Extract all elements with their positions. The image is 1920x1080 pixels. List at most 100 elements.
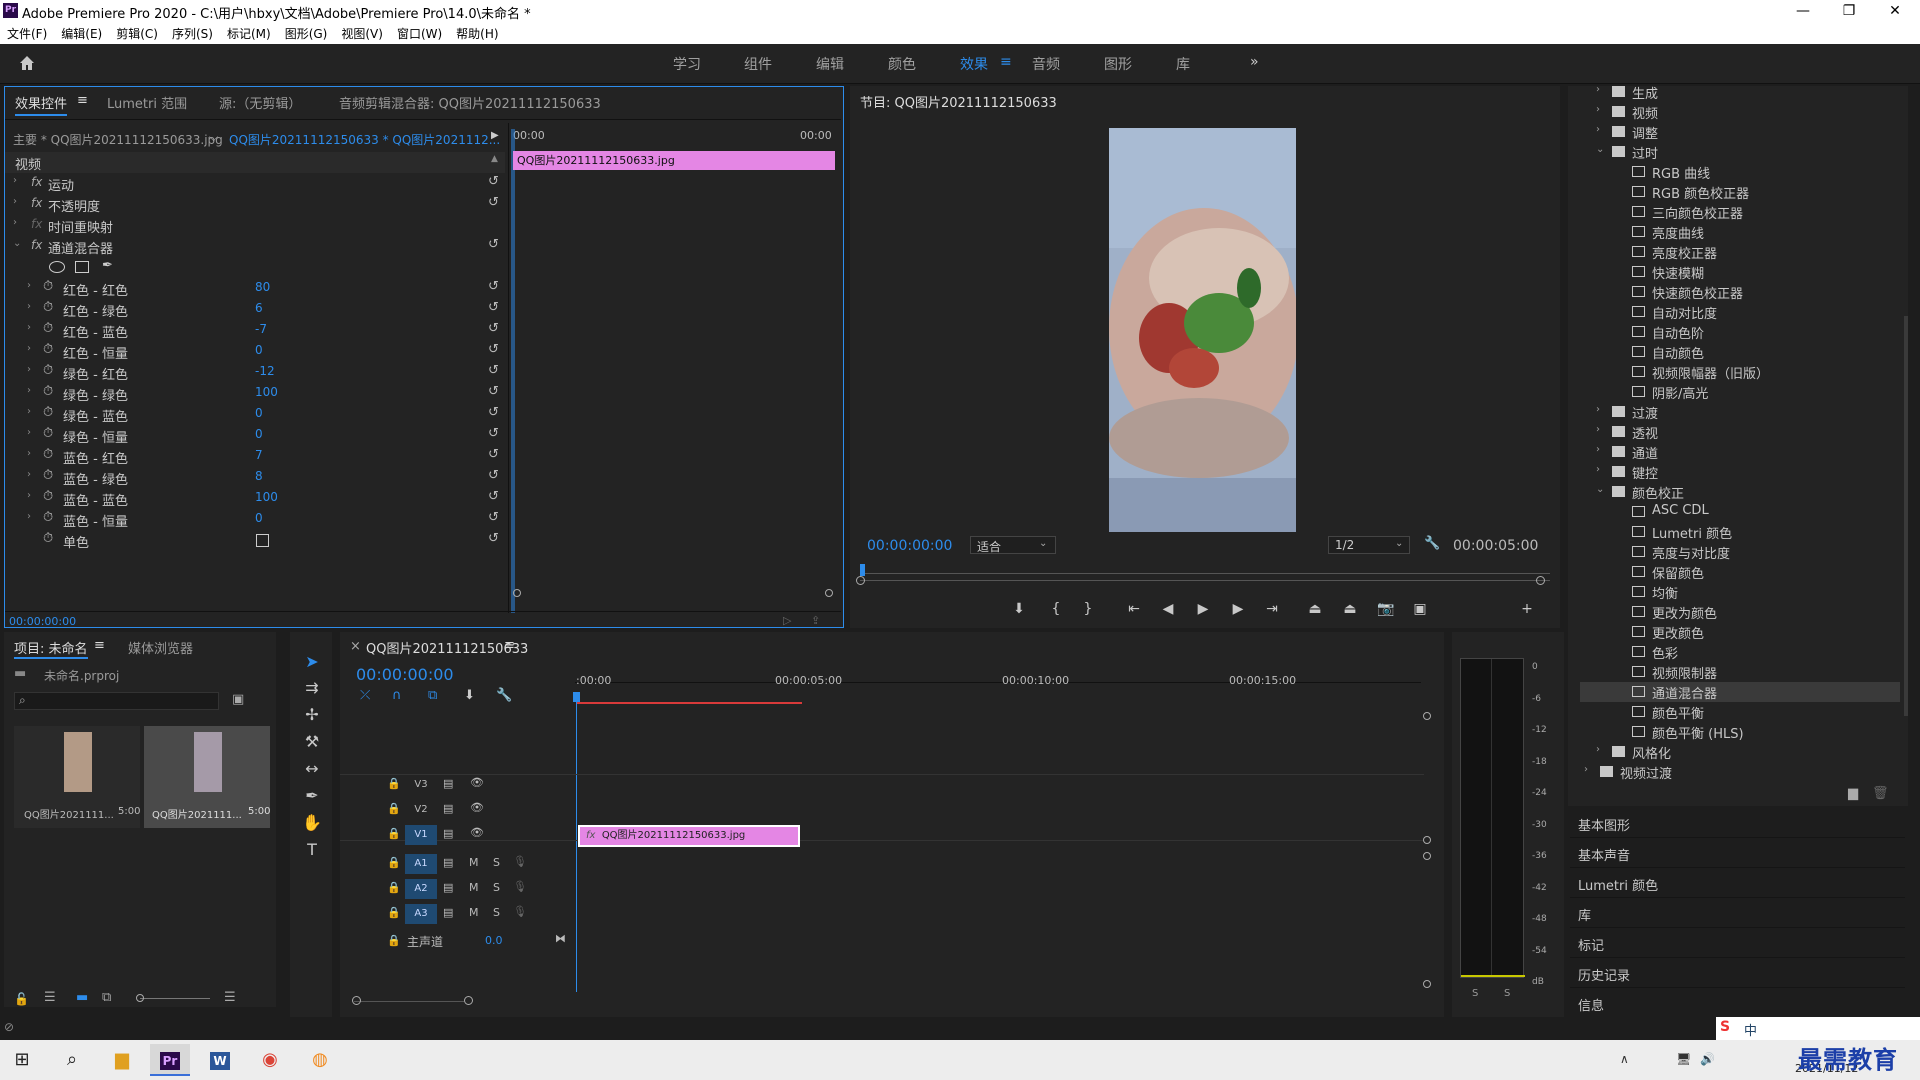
- eye-icon[interactable]: 👁: [470, 826, 484, 839]
- effects-tree-item[interactable]: RGB 颜色校正器: [1580, 182, 1900, 202]
- effect-opacity[interactable]: › fx 不透明度 ↺: [5, 194, 505, 215]
- solo-left-button[interactable]: S: [1472, 988, 1478, 999]
- eye-icon[interactable]: 👁: [470, 801, 484, 814]
- snap-icon[interactable]: ∩: [392, 688, 402, 703]
- lock-icon[interactable]: 🔓: [14, 992, 29, 1006]
- effect-time-remap[interactable]: › fx 时间重映射: [5, 215, 505, 236]
- param-value[interactable]: 6: [255, 301, 263, 315]
- effects-tree-item[interactable]: 自动颜色: [1580, 342, 1900, 362]
- quality-dropdown[interactable]: 1/2 ⌄: [1328, 536, 1410, 554]
- stopwatch-icon[interactable]: ⏱: [43, 447, 53, 462]
- param-row[interactable]: › ⏱ 绿色 - 蓝色 0 ↺: [5, 404, 505, 425]
- solo-button[interactable]: S: [493, 856, 500, 869]
- menu-edit[interactable]: 编辑(E): [54, 22, 109, 45]
- effects-tree-item[interactable]: ⌄ 过时: [1580, 142, 1900, 162]
- minimize-button[interactable]: —: [1780, 0, 1826, 22]
- stopwatch-icon[interactable]: ⏱: [43, 510, 53, 525]
- go-to-end-icon[interactable]: ⧓: [555, 932, 566, 945]
- effects-tree-item[interactable]: 颜色平衡: [1580, 702, 1900, 722]
- step-forward-icon[interactable]: ▶: [1228, 601, 1248, 617]
- param-row[interactable]: › ⏱ 蓝色 - 蓝色 100 ↺: [5, 488, 505, 509]
- ellipse-mask-icon[interactable]: [49, 261, 65, 273]
- close-button[interactable]: ✕: [1872, 0, 1918, 22]
- menu-sequence[interactable]: 序列(S): [165, 22, 220, 45]
- effects-tree-item[interactable]: 快速模糊: [1580, 262, 1900, 282]
- workspace-graphics[interactable]: 图形: [1104, 54, 1132, 74]
- param-value[interactable]: 0: [255, 511, 263, 525]
- effects-tree-item[interactable]: 快速颜色校正器: [1580, 282, 1900, 302]
- param-value[interactable]: 7: [255, 448, 263, 462]
- stopwatch-icon[interactable]: ⏱: [43, 342, 53, 357]
- param-value[interactable]: -12: [255, 364, 275, 378]
- panel-section-header[interactable]: 标记: [1570, 928, 1905, 958]
- effects-tree-item[interactable]: 更改颜色: [1580, 622, 1900, 642]
- reset-icon[interactable]: ↺: [488, 237, 499, 252]
- effects-tree-item[interactable]: 三向颜色校正器: [1580, 202, 1900, 222]
- lock-icon[interactable]: 🔒: [387, 827, 401, 840]
- workspace-audio[interactable]: 音频: [1032, 54, 1060, 74]
- param-value[interactable]: 0: [255, 406, 263, 420]
- effects-tree-item[interactable]: 亮度校正器: [1580, 242, 1900, 262]
- play-icon[interactable]: ▶: [1193, 601, 1213, 617]
- solo-button[interactable]: S: [493, 906, 500, 919]
- sort-icon[interactable]: ☰: [224, 990, 236, 1005]
- tab-audio-clip-mixer[interactable]: 音频剪辑混合器: QQ图片20211112150633: [339, 93, 601, 112]
- play-only-audio-icon[interactable]: ▶: [491, 130, 499, 141]
- param-row[interactable]: › ⏱ 蓝色 - 绿色 8 ↺: [5, 467, 505, 488]
- menu-marker[interactable]: 标记(M): [220, 22, 278, 45]
- program-zoom-left-handle[interactable]: [856, 576, 865, 585]
- tray-expand-icon[interactable]: ∧: [1620, 1052, 1629, 1066]
- param-value[interactable]: 100: [255, 490, 278, 504]
- panel-section-header[interactable]: 信息: [1570, 988, 1905, 1018]
- h-scroll-handle[interactable]: [464, 996, 473, 1005]
- effects-tree-item[interactable]: 自动对比度: [1580, 302, 1900, 322]
- effects-tree-item[interactable]: › 视频过渡: [1580, 762, 1900, 782]
- v-scroll-handle[interactable]: [1423, 836, 1431, 844]
- button-editor-plus-icon[interactable]: +: [1517, 601, 1537, 617]
- ec-filter-icon[interactable]: ▷: [783, 614, 791, 627]
- effect-channel-mixer[interactable]: ⌄ fx 通道混合器 ↺: [5, 236, 505, 257]
- sogou-icon[interactable]: S: [1720, 1019, 1730, 1035]
- wrench-icon[interactable]: 🔧: [1424, 536, 1440, 551]
- reset-icon[interactable]: ↺: [488, 447, 499, 462]
- freeform-view-icon[interactable]: ⧉: [102, 990, 111, 1005]
- ec-timecode[interactable]: 00:00:00:00: [9, 615, 76, 628]
- reset-icon[interactable]: ↺: [488, 279, 499, 294]
- reset-icon[interactable]: ↺: [488, 531, 499, 546]
- zoom-slider-handle[interactable]: [136, 994, 144, 1002]
- stopwatch-icon[interactable]: ⏱: [43, 531, 53, 546]
- track-target-button[interactable]: A2: [405, 879, 437, 899]
- program-zoom-right-handle[interactable]: [1536, 576, 1545, 585]
- effects-tree-item[interactable]: ASC CDL: [1580, 502, 1900, 522]
- extract-icon[interactable]: ⏏: [1340, 601, 1360, 617]
- mute-button[interactable]: M: [469, 856, 479, 869]
- param-value[interactable]: -7: [255, 322, 267, 336]
- zoom-slider[interactable]: [140, 998, 210, 999]
- workspace-color[interactable]: 颜色: [888, 54, 916, 74]
- reset-icon[interactable]: ↺: [488, 384, 499, 399]
- solo-button[interactable]: S: [493, 881, 500, 894]
- workspace-assembly[interactable]: 组件: [744, 54, 772, 74]
- effects-tree-item[interactable]: 通道混合器: [1580, 682, 1900, 702]
- add-marker-icon[interactable]: ⬇: [464, 688, 475, 703]
- delete-icon[interactable]: 🗑: [1872, 786, 1889, 801]
- new-bin-icon[interactable]: ▆: [1848, 786, 1858, 801]
- v-scroll-handle[interactable]: [1423, 980, 1431, 988]
- stopwatch-icon[interactable]: ⏱: [43, 426, 53, 441]
- voiceover-mic-icon[interactable]: 🎙: [513, 880, 527, 893]
- param-row[interactable]: › ⏱ 绿色 - 绿色 100 ↺: [5, 383, 505, 404]
- menu-file[interactable]: 文件(F): [0, 22, 54, 45]
- solo-right-button[interactable]: S: [1504, 988, 1510, 999]
- program-title[interactable]: 节目: QQ图片20211112150633: [860, 92, 1057, 111]
- tab-lumetri-scopes[interactable]: Lumetri 范围: [107, 93, 187, 112]
- effects-tree-item[interactable]: 亮度曲线: [1580, 222, 1900, 242]
- slip-tool-icon[interactable]: ↔: [302, 759, 322, 779]
- go-to-out-icon[interactable]: ⇥: [1262, 601, 1282, 617]
- ripple-edit-tool-icon[interactable]: ✢: [302, 705, 322, 725]
- stopwatch-icon[interactable]: ⏱: [43, 489, 53, 504]
- reset-icon[interactable]: ↺: [488, 174, 499, 189]
- sync-lock-icon[interactable]: ▤: [443, 856, 453, 869]
- ec-zoom-left-handle[interactable]: [513, 589, 521, 597]
- reset-icon[interactable]: ↺: [488, 300, 499, 315]
- timeline-clip-v1[interactable]: fx QQ图片20211112150633.jpg: [578, 825, 800, 847]
